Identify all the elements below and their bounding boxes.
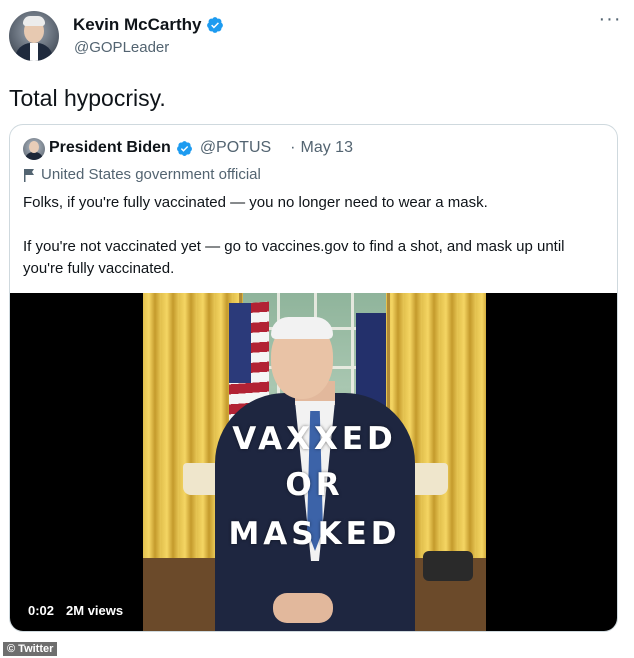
quoted-tweet-text-line1: Folks, if you're fully vaccinated — you … xyxy=(23,194,488,211)
video-overlay-line1: VAXXED xyxy=(232,421,397,457)
tweet-text: Total hypocrisy. xyxy=(9,85,166,111)
quoted-tweet-header: President Biden @POTUS · May 13 xyxy=(49,139,353,157)
video-views: 2M views xyxy=(66,603,124,618)
video-player[interactable]: VAXXED OR MASKED 0:02 2M views xyxy=(10,293,617,631)
quoted-tweet-text-line2: If you're not vaccinated yet — go to vac… xyxy=(23,238,565,277)
author-handle[interactable]: @GOPLeader xyxy=(74,39,169,56)
separator-dot: · xyxy=(290,139,296,156)
flag-icon xyxy=(24,168,34,182)
more-options-icon[interactable]: ··· xyxy=(596,9,624,36)
verified-badge-icon xyxy=(207,17,224,33)
video-frame xyxy=(143,293,486,631)
quoted-author-name[interactable]: President Biden xyxy=(49,139,171,157)
tweet-card: Kevin McCarthy @GOPLeader ··· Total hypo… xyxy=(0,0,634,658)
twitter-watermark: © Twitter xyxy=(3,642,58,656)
government-label-text: United States government official xyxy=(41,166,261,183)
video-duration: 0:02 xyxy=(28,603,55,618)
government-label: United States government official xyxy=(23,166,261,183)
verified-badge-icon xyxy=(176,140,192,156)
video-stats: 0:02 2M views xyxy=(28,603,123,618)
author-name[interactable]: Kevin McCarthy xyxy=(73,15,201,35)
author-avatar[interactable] xyxy=(9,11,59,61)
quoted-tweet-date[interactable]: May 13 xyxy=(301,139,353,157)
video-overlay-line3: MASKED xyxy=(228,516,401,552)
quoted-tweet[interactable]: President Biden @POTUS · May 13 United S… xyxy=(9,124,618,632)
author-name-row[interactable]: Kevin McCarthy xyxy=(73,15,224,35)
quoted-author-handle[interactable]: @POTUS xyxy=(200,139,271,157)
quoted-author-avatar[interactable] xyxy=(23,138,45,160)
video-overlay-line2: OR xyxy=(285,467,344,503)
